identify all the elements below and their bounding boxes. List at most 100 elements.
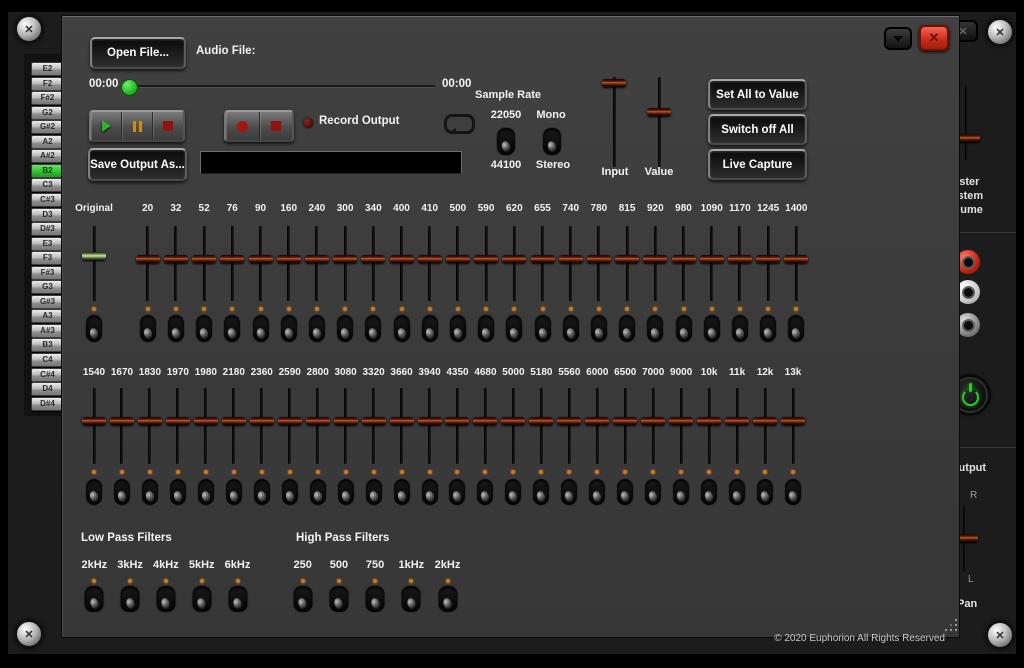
master-volume-track[interactable]	[965, 86, 968, 160]
eq-toggle[interactable]	[644, 478, 662, 506]
rca-jack-red-icon[interactable]	[956, 250, 980, 274]
filter-toggle[interactable]	[155, 585, 176, 613]
eq-slider-thumb[interactable]	[557, 417, 581, 425]
filter-toggle[interactable]	[84, 585, 105, 613]
note-button-as2[interactable]: A#2	[31, 149, 64, 163]
eq-slider-thumb[interactable]	[641, 417, 665, 425]
eq-slider-thumb[interactable]	[725, 417, 749, 425]
note-button-g3[interactable]: G3	[31, 280, 64, 294]
eq-slider-track[interactable]	[428, 388, 431, 464]
eq-slider-track[interactable]	[372, 388, 375, 464]
eq-slider-track[interactable]	[93, 388, 96, 464]
filter-toggle[interactable]	[292, 585, 313, 613]
eq-slider-thumb[interactable]	[250, 417, 274, 425]
eq-slider-track[interactable]	[260, 388, 263, 464]
eq-slider-thumb[interactable]	[529, 417, 553, 425]
note-button-e2[interactable]: E2	[31, 62, 64, 76]
note-button-gs2[interactable]: G#2	[31, 120, 64, 134]
eq-slider-thumb[interactable]	[781, 417, 805, 425]
eq-slider-thumb[interactable]	[362, 417, 386, 425]
eq-slider-track[interactable]	[484, 388, 487, 464]
eq-slider-thumb[interactable]	[166, 417, 190, 425]
note-button-as3[interactable]: A#3	[31, 324, 64, 338]
audio-jack-icon[interactable]	[956, 313, 980, 337]
eq-slider-track[interactable]	[568, 388, 571, 464]
eq-slider-track[interactable]	[736, 388, 739, 464]
eq-slider-thumb[interactable]	[390, 417, 414, 425]
eq-slider-track[interactable]	[680, 388, 683, 464]
eq-slider-thumb[interactable]	[278, 417, 302, 425]
note-button-cs4[interactable]: C#4	[31, 368, 64, 382]
eq-slider-thumb[interactable]	[110, 417, 134, 425]
eq-toggle[interactable]	[197, 478, 215, 506]
eq-slider-track[interactable]	[316, 388, 319, 464]
eq-slider-thumb[interactable]	[585, 417, 609, 425]
filter-toggle[interactable]	[328, 585, 349, 613]
note-button-b3[interactable]: B3	[31, 338, 64, 352]
eq-toggle[interactable]	[225, 478, 243, 506]
eq-toggle[interactable]	[281, 478, 299, 506]
note-button-fs3[interactable]: F#3	[31, 266, 64, 280]
note-button-d3[interactable]: D3	[31, 208, 64, 222]
note-button-f2[interactable]: F2	[31, 77, 64, 91]
eq-slider-thumb[interactable]	[613, 417, 637, 425]
close-button[interactable]: ✕	[919, 25, 949, 51]
eq-slider-track[interactable]	[540, 388, 543, 464]
filter-toggle[interactable]	[437, 585, 458, 613]
eq-slider-track[interactable]	[764, 388, 767, 464]
eq-toggle[interactable]	[504, 478, 522, 506]
note-button-cs3[interactable]: C#3	[31, 193, 64, 207]
note-button-e3[interactable]: E3	[31, 237, 64, 251]
eq-toggle[interactable]	[337, 478, 355, 506]
eq-slider-track[interactable]	[148, 388, 151, 464]
eq-slider-thumb[interactable]	[697, 417, 721, 425]
eq-toggle[interactable]	[588, 478, 606, 506]
eq-slider-track[interactable]	[120, 388, 123, 464]
eq-slider-track[interactable]	[400, 388, 403, 464]
eq-toggle[interactable]	[532, 478, 550, 506]
note-button-a3[interactable]: A3	[31, 309, 64, 323]
eq-toggle[interactable]	[784, 478, 802, 506]
eq-toggle[interactable]	[616, 478, 634, 506]
filter-toggle[interactable]	[227, 585, 248, 613]
eq-slider-track[interactable]	[232, 388, 235, 464]
eq-slider-thumb[interactable]	[418, 417, 442, 425]
eq-slider-thumb[interactable]	[445, 417, 469, 425]
eq-toggle[interactable]	[700, 478, 718, 506]
note-button-gs3[interactable]: G#3	[31, 295, 64, 309]
eq-toggle[interactable]	[756, 478, 774, 506]
eq-slider-track[interactable]	[288, 388, 291, 464]
eq-toggle[interactable]	[85, 478, 103, 506]
eq-slider-track[interactable]	[512, 388, 515, 464]
note-button-c3[interactable]: C3	[31, 178, 64, 192]
eq-toggle[interactable]	[113, 478, 131, 506]
filter-toggle[interactable]	[365, 585, 386, 613]
note-button-ds4[interactable]: D#4	[31, 397, 64, 411]
filter-toggle[interactable]	[191, 585, 212, 613]
eq-slider-thumb[interactable]	[82, 417, 106, 425]
eq-slider-thumb[interactable]	[222, 417, 246, 425]
eq-slider-thumb[interactable]	[194, 417, 218, 425]
eq-slider-thumb[interactable]	[501, 417, 525, 425]
eq-slider-thumb[interactable]	[138, 417, 162, 425]
filter-toggle[interactable]	[401, 585, 422, 613]
note-button-ds3[interactable]: D#3	[31, 222, 64, 236]
eq-toggle[interactable]	[448, 478, 466, 506]
eq-slider-track[interactable]	[596, 388, 599, 464]
resize-grip[interactable]	[945, 629, 947, 631]
eq-toggle[interactable]	[672, 478, 690, 506]
eq-slider-track[interactable]	[176, 388, 179, 464]
eq-slider-thumb[interactable]	[753, 417, 777, 425]
note-button-fs2[interactable]: F#2	[31, 91, 64, 105]
note-button-g2[interactable]: G2	[31, 106, 64, 120]
eq-toggle[interactable]	[728, 478, 746, 506]
eq-toggle[interactable]	[169, 478, 187, 506]
eq-slider-thumb[interactable]	[334, 417, 358, 425]
note-button-c4[interactable]: C4	[31, 353, 64, 367]
eq-slider-track[interactable]	[708, 388, 711, 464]
eq-toggle[interactable]	[476, 478, 494, 506]
eq-slider-thumb[interactable]	[473, 417, 497, 425]
eq-toggle[interactable]	[393, 478, 411, 506]
eq-slider-thumb[interactable]	[669, 417, 693, 425]
rca-jack-white-icon[interactable]	[956, 280, 980, 304]
